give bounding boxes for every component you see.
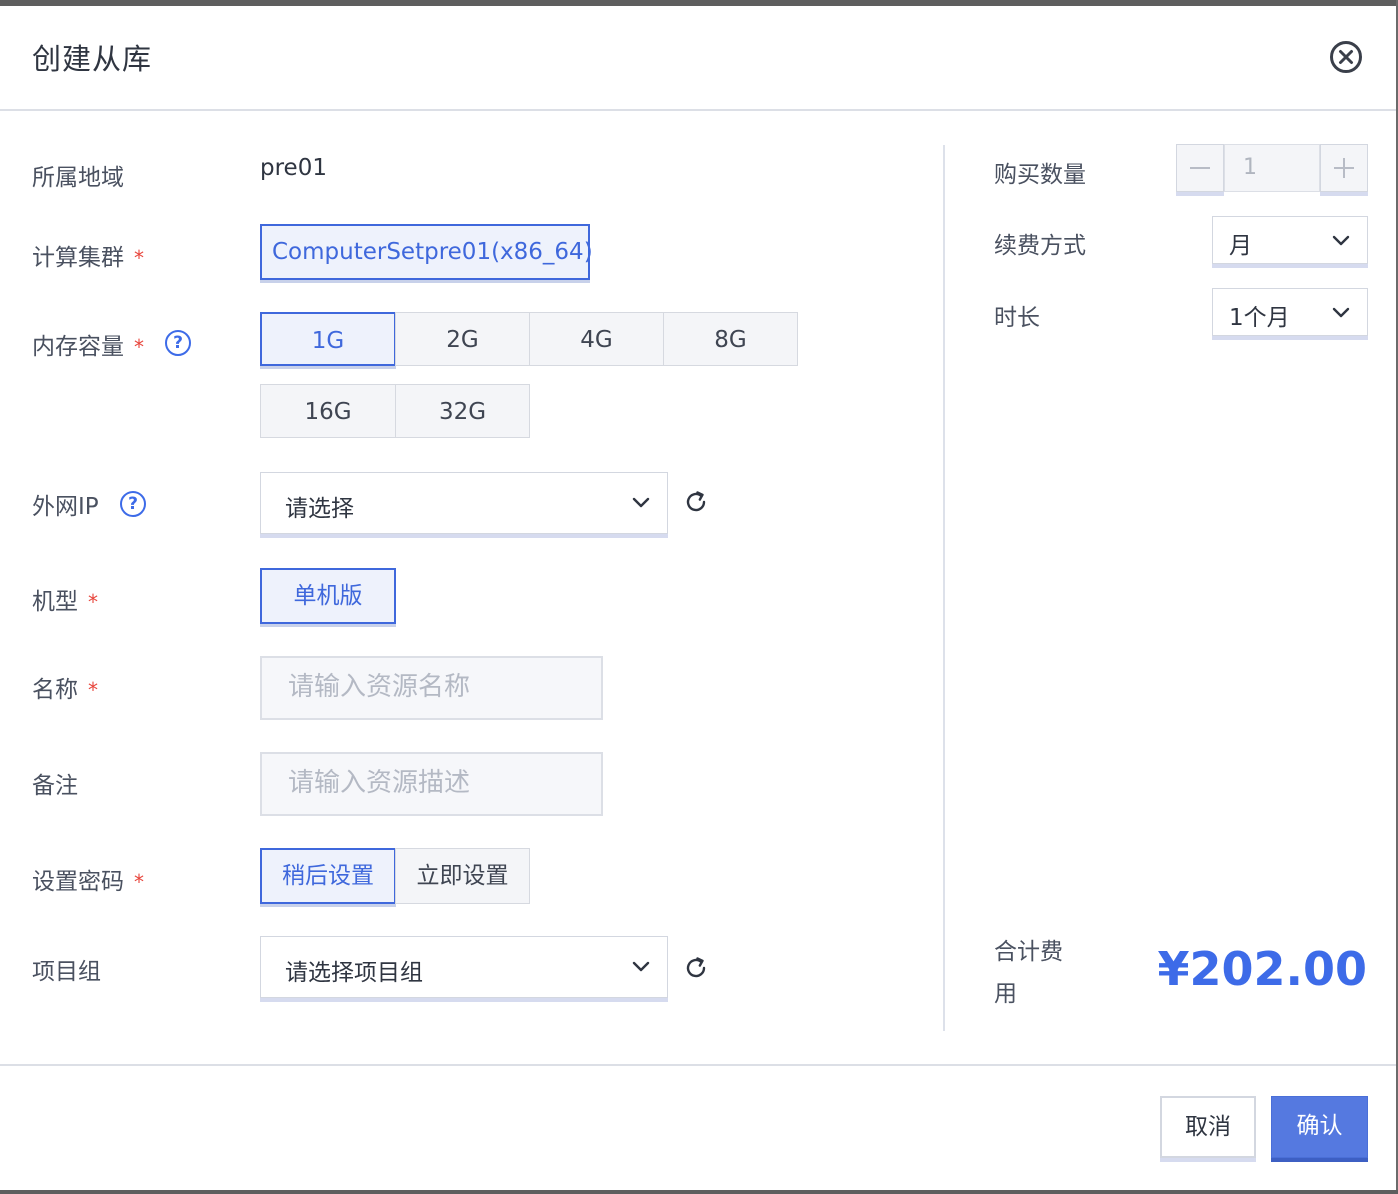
total-price: ¥202.00 xyxy=(1157,942,1367,996)
quantity-minus-button[interactable] xyxy=(1176,144,1224,192)
name-label: 名称 * xyxy=(32,670,98,704)
memory-option-16g[interactable]: 16G xyxy=(260,384,396,438)
minus-icon xyxy=(1190,167,1210,169)
name-input[interactable]: 请输入资源名称 xyxy=(260,656,603,720)
required-mark: * xyxy=(88,590,98,614)
memory-option-1g[interactable]: 1G xyxy=(260,312,396,366)
billing-label: 续费方式 xyxy=(994,233,1086,259)
public-ip-label: 外网IP xyxy=(32,494,99,520)
public-ip-select-value: 请选择 xyxy=(285,496,354,522)
model-label: 机型 * xyxy=(32,582,98,616)
memory-option-2g[interactable]: 2G xyxy=(395,312,530,366)
region-value: pre01 xyxy=(260,155,327,181)
public-ip-select[interactable]: 请选择 xyxy=(260,472,668,534)
project-group-select[interactable]: 请选择项目组 xyxy=(260,936,668,998)
password-label-text: 设置密码 xyxy=(32,869,124,895)
cluster-label: 计算集群 * xyxy=(32,238,144,272)
name-label-text: 名称 xyxy=(32,677,78,703)
quantity-label: 购买数量 xyxy=(994,162,1086,188)
model-label-text: 机型 xyxy=(32,589,78,615)
required-mark: * xyxy=(134,870,144,894)
cancel-button[interactable]: 取消 xyxy=(1160,1096,1256,1158)
chevron-down-icon xyxy=(1332,235,1350,246)
project-group-select-value: 请选择项目组 xyxy=(285,960,423,986)
memory-option-32g[interactable]: 32G xyxy=(395,384,530,438)
help-icon[interactable]: ? xyxy=(120,491,146,517)
refresh-icon[interactable] xyxy=(683,489,709,515)
password-option-later[interactable]: 稍后设置 xyxy=(260,848,396,904)
duration-label: 时长 xyxy=(994,305,1040,331)
required-mark: * xyxy=(134,246,144,270)
cluster-option[interactable]: ComputerSetpre01(x86_64) xyxy=(260,224,593,280)
help-icon[interactable]: ? xyxy=(165,330,191,356)
memory-label-text: 内存容量 xyxy=(32,334,124,360)
duration-select-value: 1个月 xyxy=(1229,305,1290,331)
total-label-line2: 用 xyxy=(994,981,1017,1007)
quantity-plus-button[interactable] xyxy=(1320,144,1368,192)
quantity-input[interactable]: 1 xyxy=(1224,144,1320,192)
dialog-title: 创建从库 xyxy=(32,42,153,76)
region-label: 所属地域 xyxy=(32,165,124,191)
required-mark: * xyxy=(134,335,144,359)
header-divider xyxy=(0,109,1396,111)
window-frame-bottom xyxy=(0,1190,1398,1194)
window-frame-top xyxy=(0,0,1398,6)
duration-select[interactable]: 1个月 xyxy=(1212,288,1368,336)
password-label: 设置密码 * xyxy=(32,862,144,896)
plus-icon xyxy=(1334,158,1354,178)
chevron-down-icon xyxy=(632,961,650,972)
billing-select-value: 月 xyxy=(1229,233,1252,259)
close-icon[interactable] xyxy=(1329,40,1363,74)
memory-label: 内存容量 * xyxy=(32,327,144,361)
memory-option-4g[interactable]: 4G xyxy=(529,312,664,366)
footer-divider xyxy=(0,1064,1396,1066)
billing-select[interactable]: 月 xyxy=(1212,216,1368,264)
refresh-icon[interactable] xyxy=(683,955,709,981)
remark-label: 备注 xyxy=(32,773,78,799)
total-label-line1: 合计费 xyxy=(994,939,1063,965)
model-option-standalone[interactable]: 单机版 xyxy=(260,568,396,624)
confirm-button[interactable]: 确认 xyxy=(1271,1096,1368,1158)
memory-option-8g[interactable]: 8G xyxy=(663,312,798,366)
column-divider xyxy=(943,145,945,1031)
required-mark: * xyxy=(88,678,98,702)
remark-input[interactable]: 请输入资源描述 xyxy=(260,752,603,816)
password-option-now[interactable]: 立即设置 xyxy=(395,848,530,904)
chevron-down-icon xyxy=(632,497,650,508)
chevron-down-icon xyxy=(1332,307,1350,318)
project-group-label: 项目组 xyxy=(32,959,101,985)
cluster-label-text: 计算集群 xyxy=(32,245,124,271)
